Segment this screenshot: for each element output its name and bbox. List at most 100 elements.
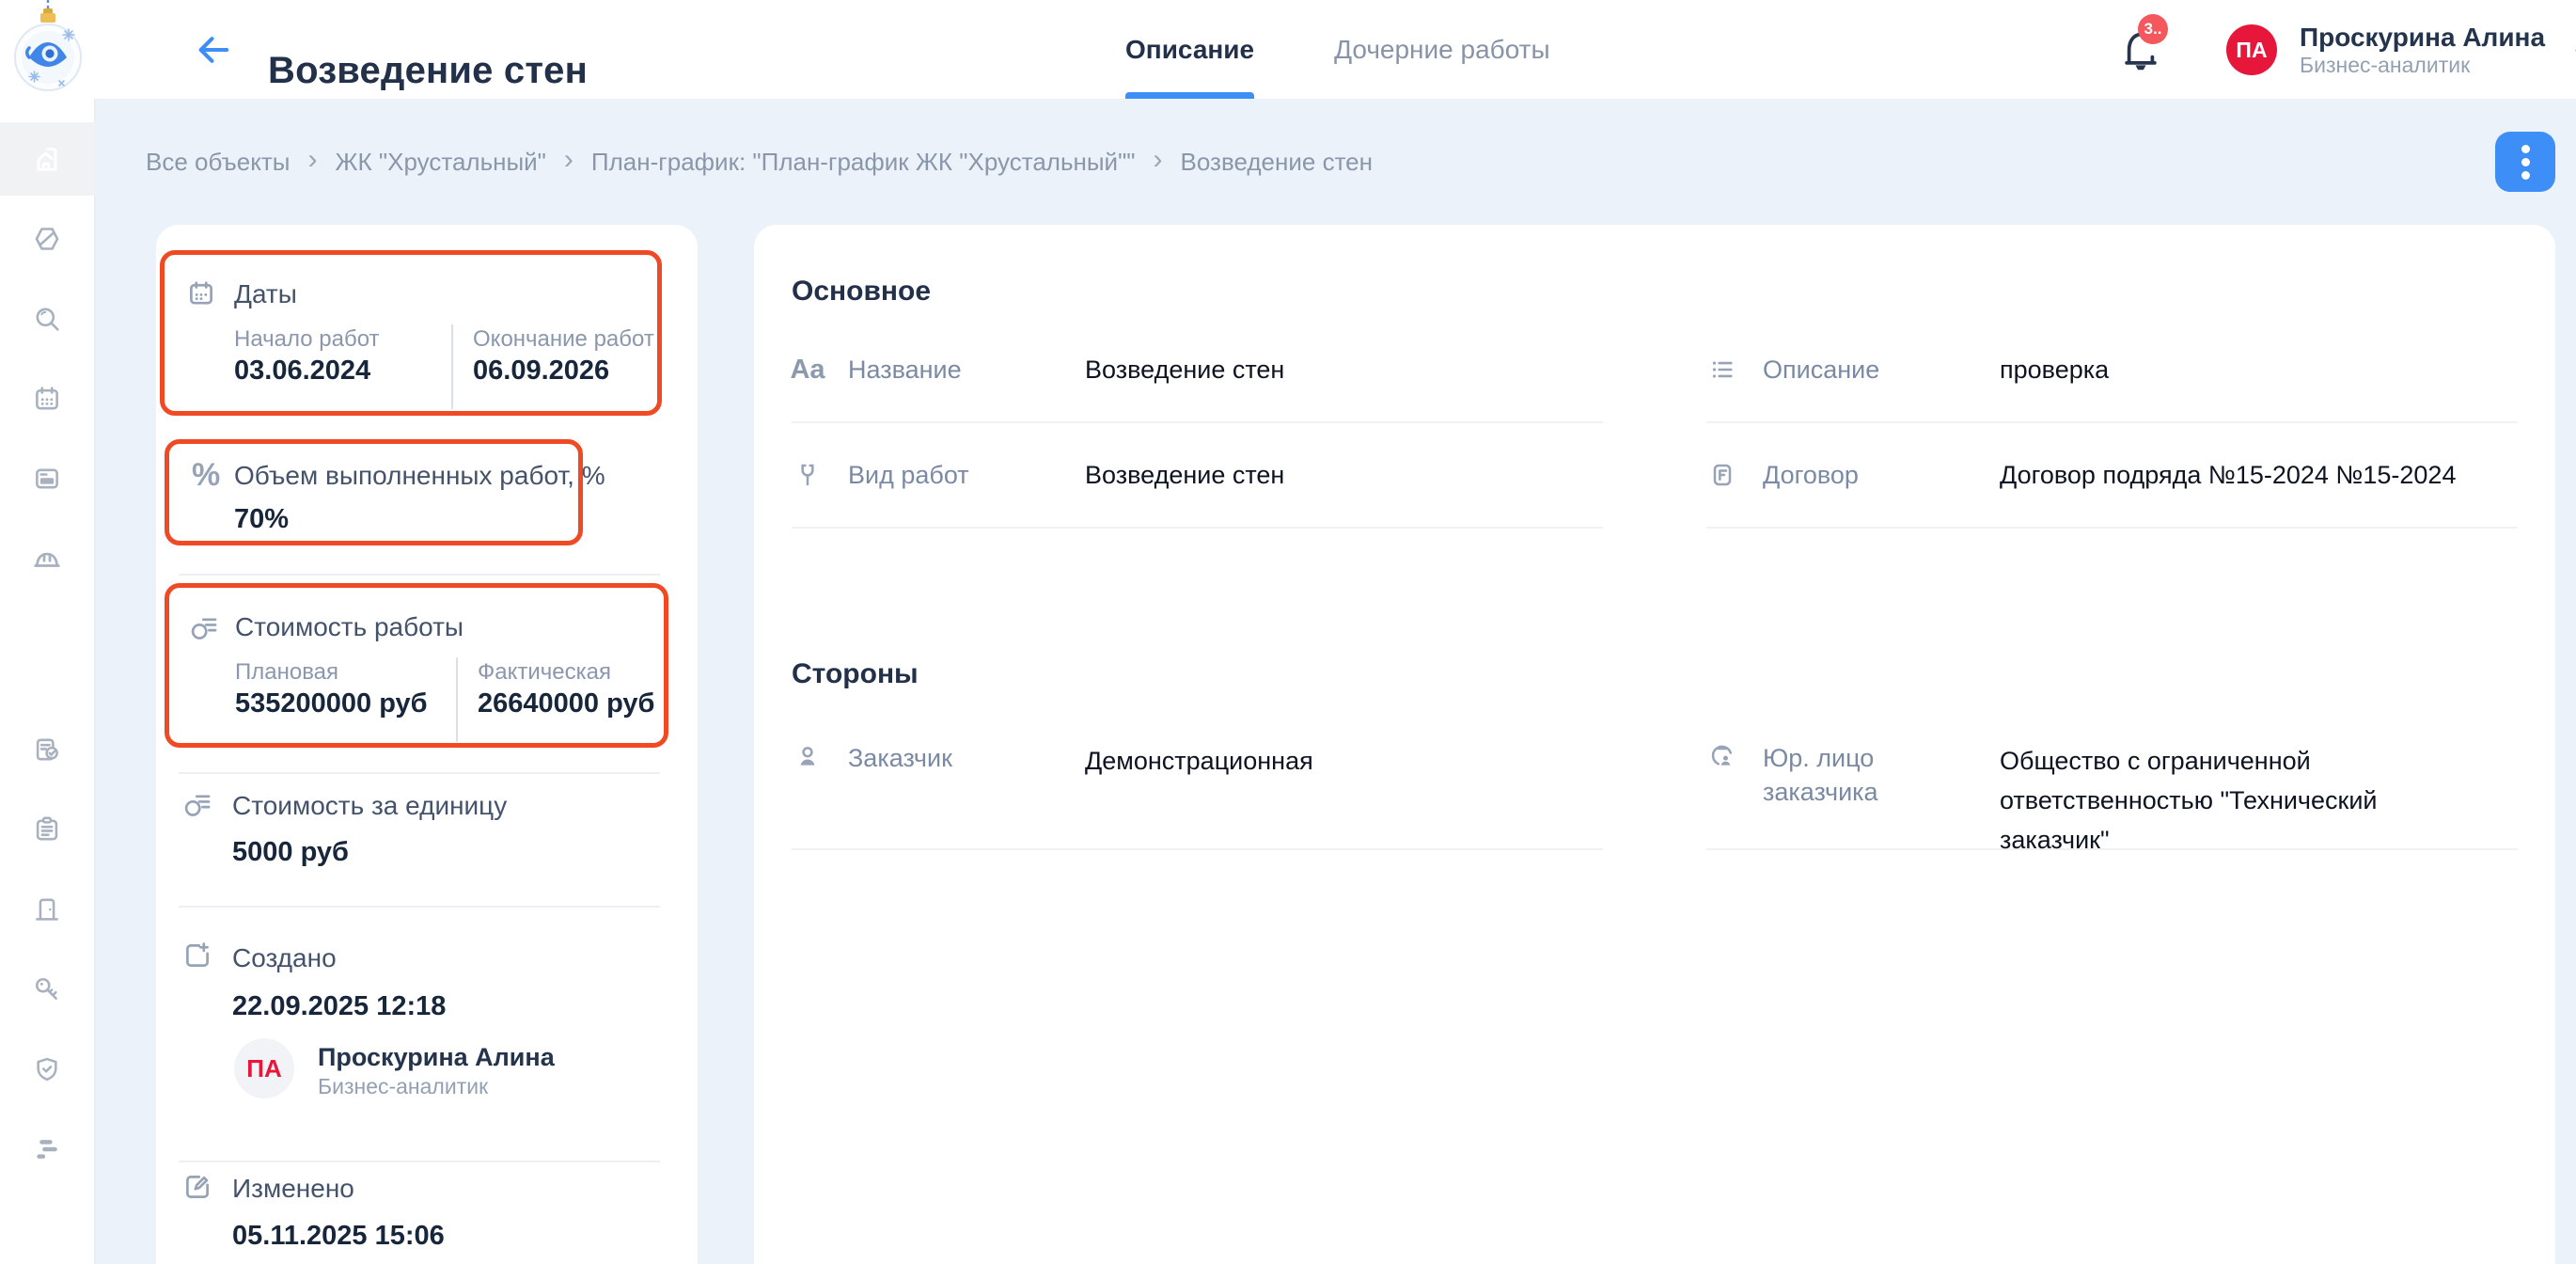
back-button[interactable] [192, 28, 235, 71]
price-coin-icon [188, 612, 220, 644]
start-value: 03.06.2024 [234, 356, 370, 387]
page-title: Возведение стен [268, 50, 588, 92]
contract-icon [1706, 460, 1738, 490]
description-label: Описание [1763, 353, 2000, 387]
customer-value: Демонстрационная [1085, 741, 1603, 781]
tab-child-works[interactable]: Дочерние работы [1334, 0, 1550, 99]
calendar-icon [31, 383, 63, 415]
plan-value: 535200000 руб [235, 688, 428, 719]
text-aa-icon: Aa [792, 355, 824, 386]
kebab-dot [2521, 171, 2530, 180]
basic-fields-grid: Aa Название Возведение стен Описание про… [792, 318, 2518, 529]
work-type-value: Возведение стен [1085, 455, 1603, 495]
breadcrumb-bar: Все объекты › ЖК "Хрустальный" › План-гр… [95, 99, 2576, 225]
kebab-dot [2521, 158, 2530, 166]
row-work-type: Вид работ Возведение стен [792, 423, 1603, 529]
user-role: Бизнес-аналитик [2300, 53, 2545, 77]
top-bar: Возведение стен Описание Дочерние работы… [0, 0, 2576, 99]
column-divider [451, 324, 453, 409]
plan-label: Плановая [235, 659, 338, 686]
name-label: Название [848, 353, 1085, 387]
work-type-label: Вид работ [848, 458, 1085, 492]
sidebar-item-security[interactable] [18, 1040, 76, 1098]
row-description: Описание проверка [1706, 318, 2518, 423]
breadcrumb-item-complex[interactable]: ЖК "Хрустальный" [336, 148, 546, 177]
notifications-button[interactable]: 3.. [2117, 24, 2179, 81]
hexagon-slash-icon [31, 223, 63, 255]
breadcrumb-item-current: Возведение стен [1181, 148, 1373, 177]
user-name: Проскурина Алина [2300, 23, 2545, 53]
volume-value: 70% [234, 504, 289, 535]
sidebar-item-construction[interactable] [18, 529, 76, 588]
sidebar-item-rooms[interactable] [18, 880, 76, 939]
created-user-role: Бизнес-аналитик [318, 1074, 488, 1099]
sidebar-item-cards[interactable] [18, 450, 76, 508]
created-user-name: Проскурина Алина [318, 1043, 555, 1072]
parties-fields-grid: Заказчик Демонстрационная Юр. лицо заказ… [792, 709, 2518, 850]
cost-title: Стоимость работы [235, 612, 463, 642]
sidebar-item-gantt[interactable] [18, 1120, 76, 1178]
name-value: Возведение стен [1085, 350, 1603, 389]
sidebar [0, 99, 95, 1264]
sidebar-item-documents[interactable] [18, 800, 76, 859]
dates-card-highlighted: Даты Начало работ 03.06.2024 Окончание р… [160, 250, 662, 416]
app-root: Возведение стен Описание Дочерние работы… [0, 0, 2576, 1264]
modified-title: Изменено [232, 1174, 354, 1204]
price-coin-icon [181, 789, 213, 821]
breadcrumb-item-schedule[interactable]: План-график: "План-график ЖК "Хрустальны… [591, 148, 1136, 177]
created-value: 22.09.2025 12:18 [232, 991, 446, 1022]
column-divider [456, 657, 458, 742]
panel-divider [179, 574, 660, 576]
breadcrumb-separator-icon: › [564, 148, 573, 172]
sidebar-item-keys[interactable] [18, 960, 76, 1019]
volume-card-highlighted: % Объем выполненных работ, % 70% [165, 439, 583, 545]
person-icon [792, 741, 824, 771]
volume-title: Объем выполненных работ, % [234, 461, 605, 491]
contract-label: Договор [1763, 458, 2000, 492]
sidebar-item-tasks-check[interactable] [18, 720, 76, 779]
user-menu[interactable]: ПА Проскурина Алина Бизнес-аналитик [2226, 23, 2576, 77]
file-plus-icon [181, 940, 213, 972]
legal-entity-value: Общество с ограниченной ответственностью… [2000, 741, 2479, 860]
edit-icon [181, 1171, 213, 1203]
notification-badge: 3.. [2138, 14, 2168, 44]
created-user-avatar: ПА [234, 1038, 294, 1098]
section-title-parties: Стороны [792, 658, 2518, 690]
panel-divider [179, 906, 660, 908]
row-legal-entity: Юр. лицо заказчика Общество с ограниченн… [1706, 709, 2518, 850]
modified-value: 05.11.2025 15:06 [232, 1221, 445, 1252]
start-label: Начало работ [234, 326, 380, 353]
calendar-icon [185, 277, 217, 309]
arrow-left-icon [193, 29, 234, 71]
tab-description[interactable]: Описание [1125, 0, 1254, 99]
chevron-down-icon [2569, 39, 2576, 69]
ornament-eye-logo [12, 0, 84, 98]
tab-bar: Описание Дочерние работы [1125, 0, 1550, 99]
dates-title: Даты [234, 279, 297, 309]
end-label: Окончание работ [473, 326, 654, 353]
main-panel: Основное Aa Название Возведение стен [754, 225, 2555, 1264]
helmet-icon [30, 542, 64, 576]
breadcrumb-separator-icon: › [308, 148, 318, 172]
home-icon [30, 142, 64, 176]
sidebar-item-calendar[interactable] [18, 370, 76, 428]
sidebar-item-search[interactable] [18, 290, 76, 348]
sidebar-item-home[interactable] [18, 130, 76, 188]
breadcrumb-separator-icon: › [1154, 148, 1163, 172]
row-contract: Договор Договор подряда №15-2024 №15-202… [1706, 423, 2518, 529]
unit-cost-value: 5000 руб [232, 837, 349, 868]
app-logo[interactable] [12, 0, 84, 98]
clipboard-icon [31, 814, 63, 845]
sidebar-item-objects[interactable] [18, 210, 76, 268]
gantt-bars-icon [31, 1133, 63, 1165]
percent-icon: % [192, 459, 220, 491]
contract-value: Договор подряда №15-2024 №15-2024 [2000, 455, 2518, 495]
breadcrumb-item-all-objects[interactable]: Все объекты [146, 148, 291, 177]
actions-menu-button[interactable] [2495, 132, 2555, 192]
row-name: Aa Название Возведение стен [792, 318, 1603, 423]
breadcrumb: Все объекты › ЖК "Хрустальный" › План-гр… [146, 148, 1373, 177]
panel-divider [179, 1161, 660, 1162]
customer-label: Заказчик [848, 741, 1085, 775]
search-icon [31, 303, 63, 335]
fact-label: Фактическая [478, 659, 611, 686]
